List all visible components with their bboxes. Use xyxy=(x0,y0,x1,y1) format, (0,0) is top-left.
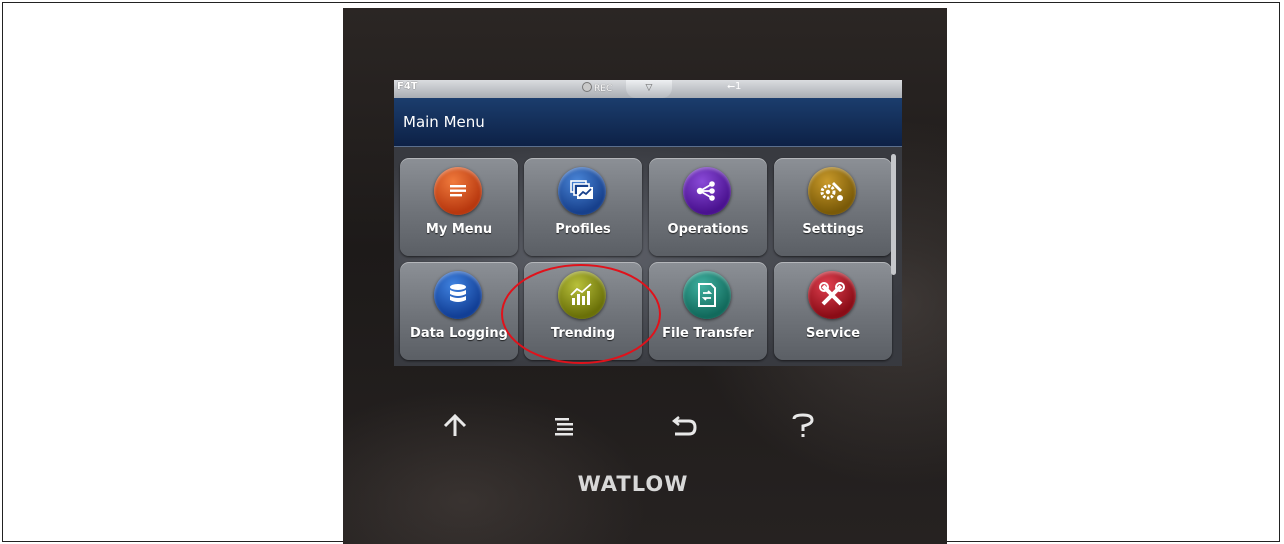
tile-service[interactable]: Service xyxy=(774,262,892,360)
menu-key-icon xyxy=(555,418,573,436)
tile-label: Operations xyxy=(667,222,749,237)
menu-key[interactable] xyxy=(549,411,579,441)
share-icon xyxy=(683,167,731,215)
home-key[interactable] xyxy=(440,411,470,441)
help-key[interactable] xyxy=(788,411,818,441)
tile-my-menu[interactable]: My Menu xyxy=(400,158,518,256)
status-bar: F4T REC ▽ ⭠1 xyxy=(394,80,902,98)
tile-label: Profiles xyxy=(555,222,611,237)
tile-operations[interactable]: Operations xyxy=(649,158,767,256)
status-dropdown-tab[interactable]: ▽ xyxy=(626,80,672,98)
tile-label: Service xyxy=(805,326,861,341)
profiles-icon xyxy=(558,167,606,215)
list-icon xyxy=(434,167,482,215)
usb-icon: ⭠ xyxy=(727,81,735,92)
brand-logo: WATLOW xyxy=(577,472,689,496)
scrollbar[interactable] xyxy=(891,154,896,275)
usb-count: 1 xyxy=(735,81,742,92)
rec-indicator: REC xyxy=(582,82,612,94)
model-label: F4T xyxy=(397,81,418,92)
database-icon xyxy=(434,271,482,319)
tile-label: My Menu xyxy=(425,222,493,237)
help-key-icon xyxy=(792,413,814,437)
record-icon xyxy=(582,82,592,92)
title-bar: Main Menu xyxy=(394,98,902,147)
tile-label: Data Logging xyxy=(410,326,508,341)
tile-profiles[interactable]: Profiles xyxy=(524,158,642,256)
chevron-down-icon: ▽ xyxy=(645,83,653,93)
back-key-icon xyxy=(671,416,697,436)
tile-label: File Transfer xyxy=(662,326,754,341)
tools-icon xyxy=(808,271,856,319)
page-title: Main Menu xyxy=(403,113,485,131)
tile-settings[interactable]: Settings xyxy=(774,158,892,256)
gears-icon xyxy=(808,167,856,215)
tile-label: Settings xyxy=(802,222,864,237)
rec-label: REC xyxy=(594,84,613,94)
usb-indicator: ⭠1 xyxy=(727,81,741,92)
tile-file-transfer[interactable]: File Transfer xyxy=(649,262,767,360)
home-key-icon xyxy=(443,413,467,436)
device-panel: F4T REC ▽ ⭠1 Main Menu My Menu Profiles xyxy=(343,8,947,544)
back-key[interactable] xyxy=(669,411,699,441)
file-transfer-icon xyxy=(683,271,731,319)
annotation-circle xyxy=(501,264,661,364)
